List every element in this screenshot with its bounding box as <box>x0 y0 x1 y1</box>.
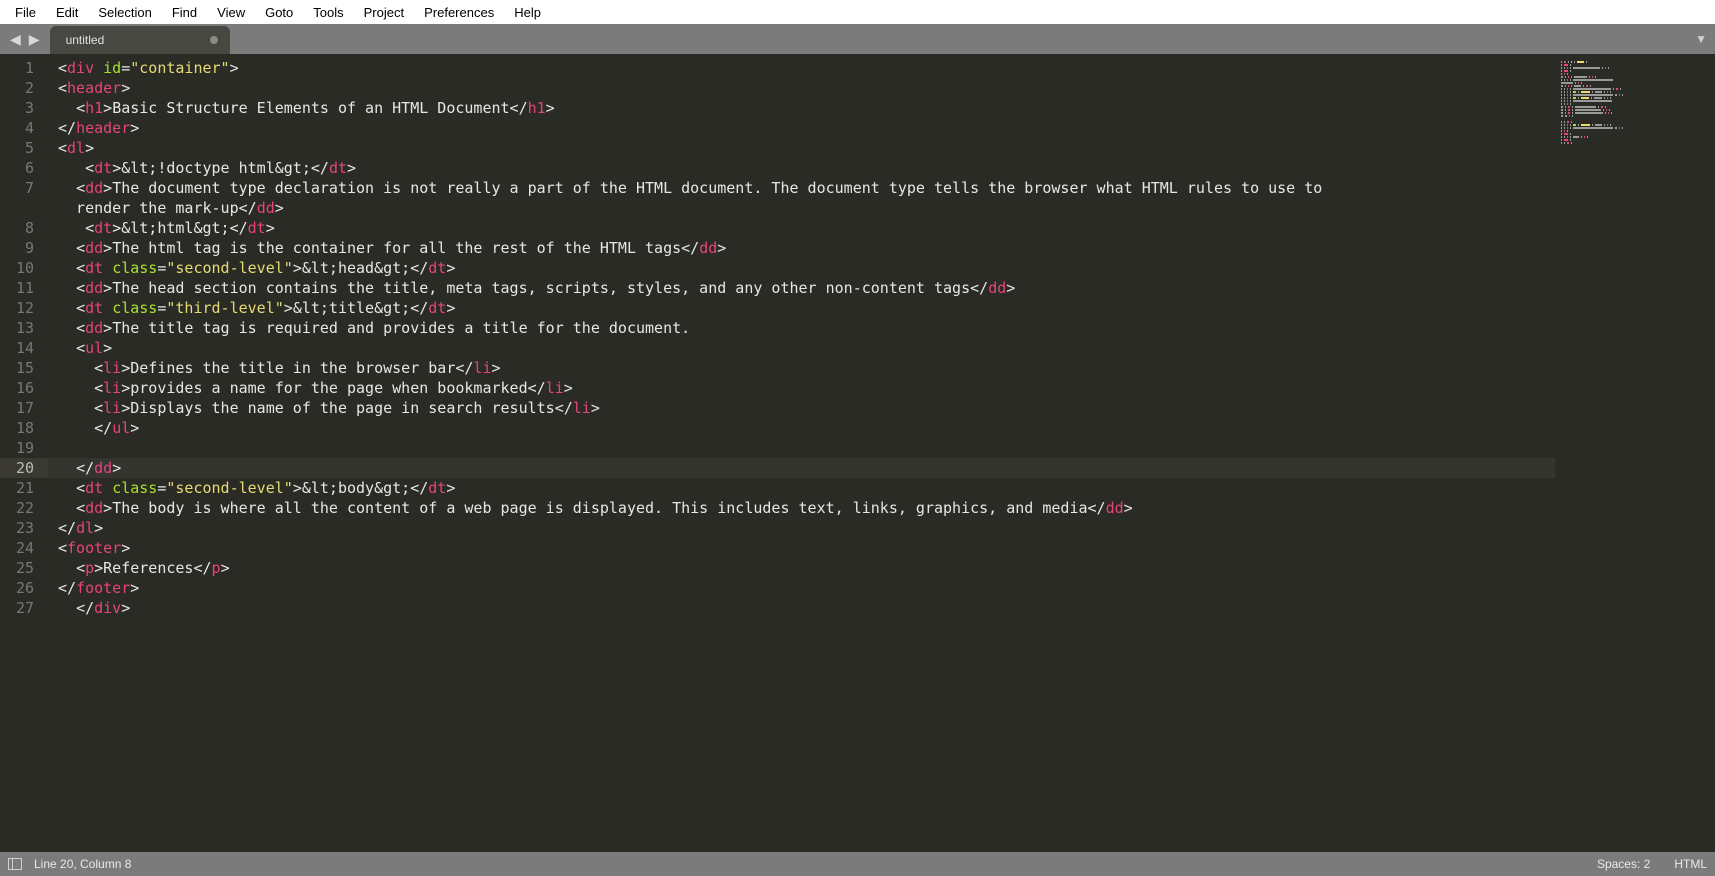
editor: 1234567891011121314151617181920212223242… <box>0 54 1715 852</box>
code-line[interactable]: </ul> <box>48 418 1555 438</box>
menu-preferences[interactable]: Preferences <box>414 2 504 23</box>
menu-selection[interactable]: Selection <box>88 2 161 23</box>
code-line[interactable]: <dt>&lt;!doctype html&gt;</dt> <box>48 158 1555 178</box>
statusbar: Line 20, Column 8 Spaces: 2 HTML <box>0 852 1715 876</box>
menu-goto[interactable]: Goto <box>255 2 303 23</box>
code-line[interactable]: <p>References</p> <box>48 558 1555 578</box>
status-position[interactable]: Line 20, Column 8 <box>34 857 131 871</box>
code-line[interactable]: </dl> <box>48 518 1555 538</box>
menu-file[interactable]: File <box>5 2 46 23</box>
code-line[interactable]: <dl> <box>48 138 1555 158</box>
status-indentation[interactable]: Spaces: 2 <box>1597 857 1650 871</box>
menu-help[interactable]: Help <box>504 2 551 23</box>
tab-dirty-icon <box>210 36 218 44</box>
code-line[interactable]: <li>Displays the name of the page in sea… <box>48 398 1555 418</box>
code-line[interactable]: </dd> <box>48 458 1555 478</box>
menu-project[interactable]: Project <box>354 2 414 23</box>
menu-view[interactable]: View <box>207 2 255 23</box>
code-line[interactable]: <dd>The document type declaration is not… <box>48 178 1555 198</box>
tab-title: untitled <box>66 33 105 47</box>
tab-nav-arrows: ◀ ▶ <box>0 24 50 54</box>
panel-toggle-icon[interactable] <box>8 858 22 870</box>
code-line[interactable]: <dd>The head section contains the title,… <box>48 278 1555 298</box>
gutter: 1234567891011121314151617181920212223242… <box>0 54 48 852</box>
code-line[interactable] <box>48 438 1555 458</box>
code-line[interactable]: render the mark-up</dd> <box>48 198 1555 218</box>
code-line[interactable]: <h1>Basic Structure Elements of an HTML … <box>48 98 1555 118</box>
code-line[interactable]: <header> <box>48 78 1555 98</box>
tab-bar: ◀ ▶ untitled ▼ <box>0 24 1715 54</box>
code-line[interactable]: <dt class="third-level">&lt;title&gt;</d… <box>48 298 1555 318</box>
status-syntax[interactable]: HTML <box>1674 857 1707 871</box>
menu-find[interactable]: Find <box>162 2 207 23</box>
tab-next-icon[interactable]: ▶ <box>27 31 42 48</box>
tab-untitled[interactable]: untitled <box>50 26 230 54</box>
code-area[interactable]: <div id="container"><header> <h1>Basic S… <box>48 54 1555 852</box>
tab-prev-icon[interactable]: ◀ <box>8 31 23 48</box>
code-line[interactable]: <div id="container"> <box>48 58 1555 78</box>
menu-edit[interactable]: Edit <box>46 2 88 23</box>
code-line[interactable]: <dt>&lt;html&gt;</dt> <box>48 218 1555 238</box>
code-line[interactable]: <li>Defines the title in the browser bar… <box>48 358 1555 378</box>
tab-overflow-icon[interactable]: ▼ <box>1695 32 1707 46</box>
code-line[interactable]: <ul> <box>48 338 1555 358</box>
code-line[interactable]: </header> <box>48 118 1555 138</box>
code-line[interactable]: <dt class="second-level">&lt;head&gt;</d… <box>48 258 1555 278</box>
code-line[interactable]: <li>provides a name for the page when bo… <box>48 378 1555 398</box>
code-line[interactable]: <dd>The body is where all the content of… <box>48 498 1555 518</box>
code-line[interactable]: <dd>The title tag is required and provid… <box>48 318 1555 338</box>
code-line[interactable]: </div> <box>48 598 1555 618</box>
code-line[interactable]: <footer> <box>48 538 1555 558</box>
code-line[interactable]: <dd>The html tag is the container for al… <box>48 238 1555 258</box>
menu-tools[interactable]: Tools <box>303 2 353 23</box>
code-line[interactable]: <dt class="second-level">&lt;body&gt;</d… <box>48 478 1555 498</box>
minimap[interactable] <box>1555 54 1715 852</box>
code-line[interactable]: </footer> <box>48 578 1555 598</box>
menubar: FileEditSelectionFindViewGotoToolsProjec… <box>0 0 1715 24</box>
